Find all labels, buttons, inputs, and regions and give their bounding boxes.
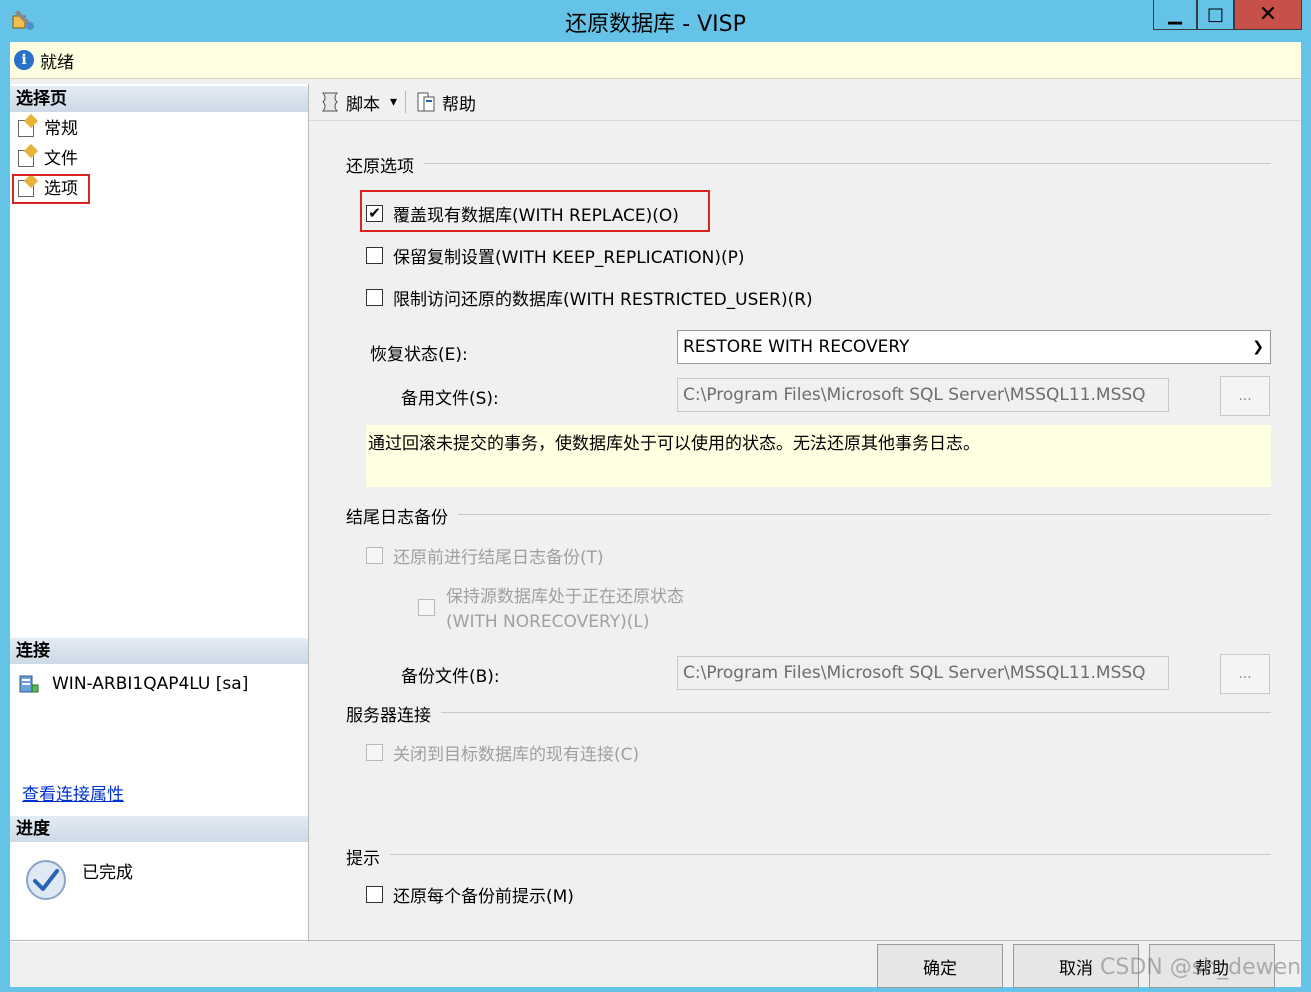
page-icon xyxy=(16,143,39,167)
footer-separator xyxy=(10,940,1301,941)
server-icon xyxy=(19,675,39,693)
recovery-state-select[interactable]: RESTORE WITH RECOVERY ❯ xyxy=(677,330,1271,364)
progress-header: 进度 xyxy=(10,816,308,842)
close-connections-checkbox-row[interactable]: 关闭到目标数据库的现有连接(C) xyxy=(366,740,639,765)
view-connection-properties-link[interactable]: 查看连接属性 xyxy=(22,780,124,805)
overwrite-checkbox-row[interactable]: ✔ 覆盖现有数据库(WITH REPLACE)(O) xyxy=(366,201,679,226)
norecovery-checkbox[interactable] xyxy=(418,599,435,616)
overwrite-label: 覆盖现有数据库(WITH REPLACE)(O) xyxy=(393,206,679,226)
close-connections-checkbox[interactable] xyxy=(366,744,383,761)
left-panel: 选择页 常规 文件 选项 连接 WIN-ARBI1QAP4LU [sa] 查看连… xyxy=(10,84,309,942)
restricted-user-checkbox-row[interactable]: 限制访问还原的数据库(WITH RESTRICTED_USER)(R) xyxy=(366,285,813,310)
progress-status: 已完成 xyxy=(82,863,133,883)
prompt-group-label: 提示 xyxy=(346,844,390,869)
norecovery-label-line2: (WITH NORECOVERY)(L) xyxy=(446,612,650,632)
backup-file-browse-button[interactable]: ... xyxy=(1220,654,1270,694)
help-book-icon xyxy=(417,92,435,112)
keep-replication-label: 保留复制设置(WITH KEEP_REPLICATION)(P) xyxy=(393,248,745,268)
norecovery-label-line1: 保持源数据库处于正在还原状态 xyxy=(446,587,684,607)
tail-log-backup-checkbox-row[interactable]: 还原前进行结尾日志备份(T) xyxy=(366,543,604,568)
group-line xyxy=(346,163,1271,164)
group-line xyxy=(346,712,1271,713)
maximize-button[interactable]: □ xyxy=(1197,0,1234,30)
select-page-header: 选择页 xyxy=(10,86,308,112)
tail-log-group-label: 结尾日志备份 xyxy=(346,503,458,528)
script-button[interactable]: 脚本 ▾ xyxy=(318,90,397,115)
norecovery-label: 保持源数据库处于正在还原状态 (WITH NORECOVERY)(L) xyxy=(446,585,684,635)
dialog-client-area: i 就绪 选择页 常规 文件 选项 连接 WIN-ARBI1QAP4LU [sa… xyxy=(10,42,1301,988)
standby-file-label: 备用文件(S): xyxy=(401,389,499,409)
close-icon: ✕ xyxy=(1258,2,1278,27)
server-connection-item: WIN-ARBI1QAP4LU [sa] xyxy=(18,673,248,695)
standby-file-input[interactable]: C:\Program Files\Microsoft SQL Server\MS… xyxy=(677,378,1169,412)
prompt-before-backup-checkbox-row[interactable]: 还原每个备份前提示(M) xyxy=(366,882,574,907)
restricted-user-checkbox[interactable] xyxy=(366,289,383,306)
server-connection-group-label: 服务器连接 xyxy=(346,701,441,726)
overwrite-checkbox[interactable]: ✔ xyxy=(366,205,383,222)
status-text: 就绪 xyxy=(40,52,74,73)
backup-file-input[interactable]: C:\Program Files\Microsoft SQL Server\MS… xyxy=(677,656,1169,690)
toolbar: 脚本 ▾ 帮助 xyxy=(310,84,1301,120)
highlight-box-options xyxy=(12,174,90,204)
info-icon: i xyxy=(14,50,34,70)
nav-item-files[interactable]: 文件 xyxy=(16,143,78,169)
close-button[interactable]: ✕ xyxy=(1234,0,1302,30)
tail-log-backup-checkbox[interactable] xyxy=(366,547,383,564)
connection-header: 连接 xyxy=(10,638,308,664)
nav-item-label: 文件 xyxy=(44,148,78,169)
standby-file-browse-button[interactable]: ... xyxy=(1220,376,1270,416)
chevron-down-icon: ❯ xyxy=(1252,339,1264,355)
keep-replication-checkbox[interactable] xyxy=(366,247,383,264)
toolbar-separator xyxy=(405,91,407,113)
help-toolbar-button[interactable]: 帮助 xyxy=(414,90,476,115)
page-icon xyxy=(16,113,39,137)
recovery-state-description: 通过回滚未提交的事务，使数据库处于可以使用的状态。无法还原其他事务日志。 xyxy=(366,425,1271,487)
chevron-down-icon[interactable]: ▾ xyxy=(390,94,397,110)
script-icon xyxy=(321,92,339,112)
restricted-user-label: 限制访问还原的数据库(WITH RESTRICTED_USER)(R) xyxy=(393,290,813,310)
completed-check-icon xyxy=(26,860,66,900)
title-bar: 还原数据库 - VISP ▁ □ ✕ xyxy=(0,0,1311,42)
server-name: WIN-ARBI1QAP4LU [sa] xyxy=(52,674,249,694)
prompt-before-backup-label: 还原每个备份前提示(M) xyxy=(393,887,574,907)
backup-file-label: 备份文件(B): xyxy=(401,667,500,687)
nav-item-label: 常规 xyxy=(44,118,78,139)
maximize-icon: □ xyxy=(1206,4,1224,25)
minimize-button[interactable]: ▁ xyxy=(1153,0,1197,30)
ok-button[interactable]: 确定 xyxy=(877,944,1003,988)
group-line xyxy=(346,854,1271,855)
tail-log-backup-label: 还原前进行结尾日志备份(T) xyxy=(393,548,604,568)
recovery-state-value: RESTORE WITH RECOVERY xyxy=(683,337,910,357)
script-label: 脚本 xyxy=(346,94,380,115)
prompt-before-backup-checkbox[interactable] xyxy=(366,886,383,903)
restore-options-group-label: 还原选项 xyxy=(346,152,424,177)
window-title: 还原数据库 - VISP xyxy=(565,12,746,37)
close-connections-label: 关闭到目标数据库的现有连接(C) xyxy=(393,745,640,765)
norecovery-checkbox-row[interactable] xyxy=(418,599,445,616)
keep-replication-checkbox-row[interactable]: 保留复制设置(WITH KEEP_REPLICATION)(P) xyxy=(366,243,745,268)
status-bar: i 就绪 xyxy=(10,42,1301,79)
recovery-state-label: 恢复状态(E): xyxy=(370,345,468,365)
minimize-icon: ▁ xyxy=(1168,4,1182,25)
nav-item-general[interactable]: 常规 xyxy=(16,113,78,139)
watermark: CSDN @sh_dewen xyxy=(1100,955,1302,980)
group-line xyxy=(346,514,1271,515)
help-label: 帮助 xyxy=(442,94,477,115)
